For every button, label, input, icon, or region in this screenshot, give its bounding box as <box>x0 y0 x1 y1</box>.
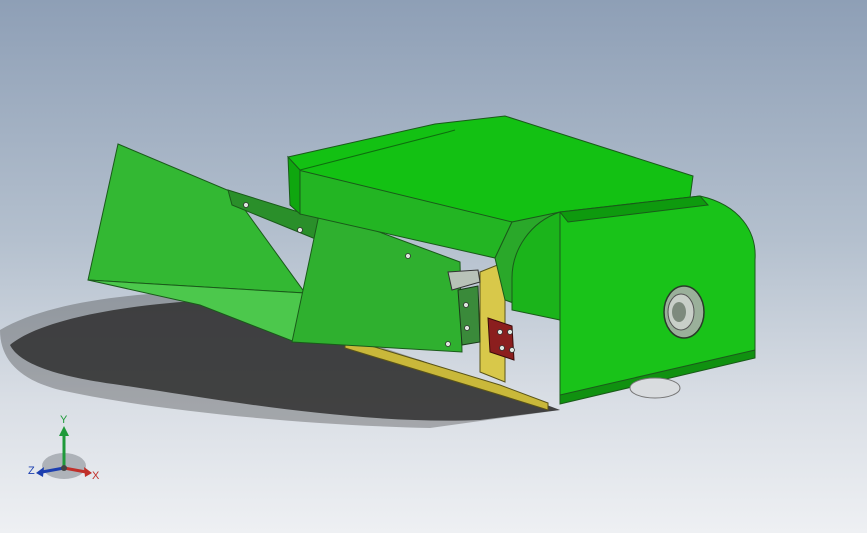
reference-triad[interactable]: Y X Z <box>22 410 112 490</box>
cad-model-3d-view[interactable] <box>0 0 867 533</box>
side-bracket <box>457 285 481 346</box>
x-axis-label: X <box>92 470 100 482</box>
y-axis-label: Y <box>60 414 68 426</box>
bolt <box>463 302 469 308</box>
bolt <box>243 202 249 208</box>
bolt <box>405 253 411 259</box>
bolt <box>497 329 503 335</box>
z-axis-label: Z <box>28 465 35 477</box>
wheel <box>629 377 681 399</box>
z-axis-arrow <box>36 467 44 477</box>
bolt <box>297 227 303 233</box>
graphics-viewport[interactable]: Y X Z <box>0 0 867 533</box>
y-axis-arrow <box>59 426 69 436</box>
bolt <box>464 325 470 331</box>
bolt <box>499 345 505 351</box>
shaft-port-center <box>672 302 686 322</box>
bolt <box>507 329 513 335</box>
motor-cover <box>559 195 756 403</box>
bolt <box>445 341 451 347</box>
bolt <box>509 347 515 353</box>
triad-origin <box>61 465 67 471</box>
x-axis-arrow <box>84 467 92 477</box>
